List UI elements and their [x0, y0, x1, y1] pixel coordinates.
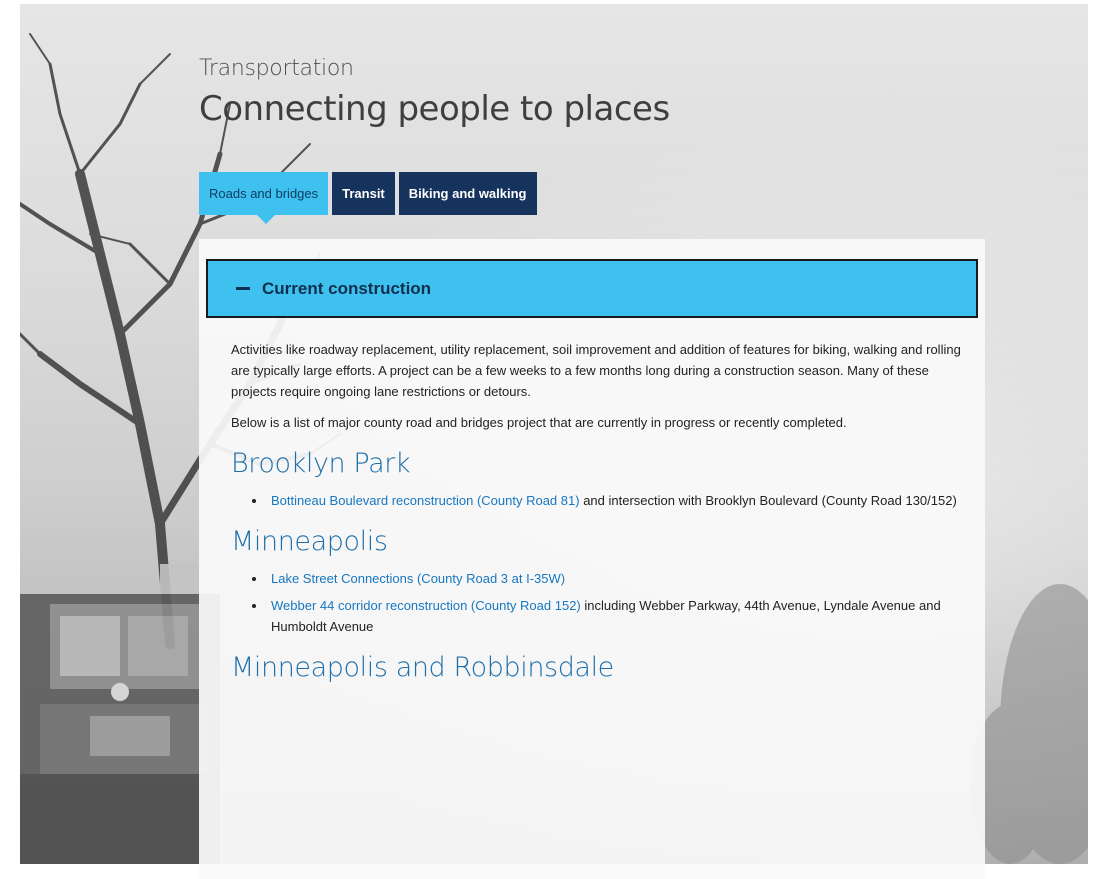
tab-roads-and-bridges[interactable]: Roads and bridges: [199, 172, 329, 224]
project-list: Lake Street Connections (County Road 3 a…: [231, 568, 961, 637]
region-heading-minneapolis-and-robbinsdale: Minneapolis and Robbinsdale: [231, 652, 614, 683]
tab-bar: Roads and bridges Transit Biking and wal…: [199, 172, 537, 224]
accordion-title: Current construction: [262, 278, 432, 298]
list-item: Bottineau Boulevard reconstruction (Coun…: [252, 490, 961, 511]
current-construction-accordion-toggle[interactable]: Current construction: [206, 259, 978, 318]
project-link[interactable]: Bottineau Boulevard reconstruction (Coun…: [271, 493, 580, 508]
project-list: Bottineau Boulevard reconstruction (Coun…: [231, 490, 961, 511]
region-heading-brooklyn-park: Brooklyn Park: [231, 448, 411, 479]
page-header: Transportation Connecting people to plac…: [199, 56, 670, 129]
tab-biking-and-walking[interactable]: Biking and walking: [398, 172, 537, 215]
intro-paragraph: Activities like roadway replacement, uti…: [231, 342, 961, 399]
region-heading-minneapolis: Minneapolis: [231, 526, 388, 557]
intro-paragraph: Below is a list of major county road and…: [231, 415, 847, 430]
project-link[interactable]: Lake Street Connections (County Road 3 a…: [271, 571, 565, 586]
accordion-content: Activities like roadway replacement, uti…: [231, 339, 961, 694]
list-item: Webber 44 corridor reconstruction (Count…: [252, 595, 961, 637]
tab-panel: Current construction Activities like roa…: [199, 239, 985, 879]
minus-icon: [236, 287, 250, 290]
list-item: Lake Street Connections (County Road 3 a…: [252, 568, 961, 589]
project-description: and intersection with Brooklyn Boulevard…: [579, 493, 957, 508]
section-eyebrow: Transportation: [199, 56, 354, 81]
page-title: Connecting people to places: [199, 89, 670, 129]
project-link[interactable]: Webber 44 corridor reconstruction (Count…: [271, 598, 581, 613]
tab-transit[interactable]: Transit: [332, 172, 395, 215]
